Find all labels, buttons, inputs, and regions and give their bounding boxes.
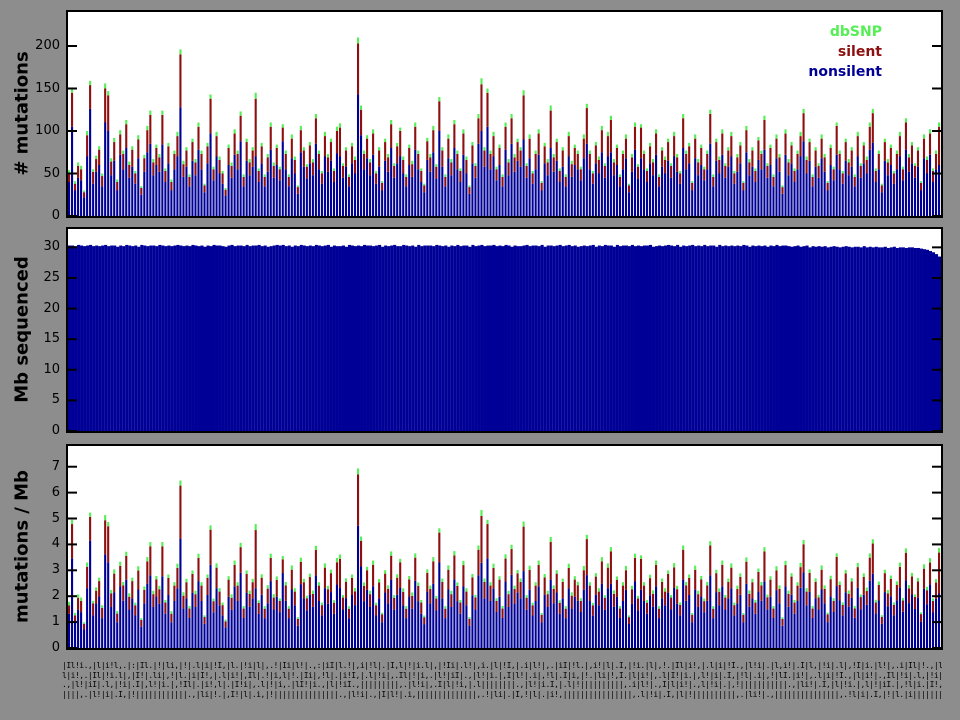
y-tick-label: 6 — [10, 485, 60, 501]
y-tick-label: 5 — [10, 511, 60, 527]
series-mb-bars — [68, 245, 941, 431]
y-tick-label: 3 — [10, 562, 60, 578]
sample-label-row: .,|l!|iI|.l,|!i|.I|,l!|i.|,!Il|.|i!,l|.|… — [62, 680, 942, 690]
legend-label-dbsnp: dbSNP — [830, 24, 882, 40]
legend-item-nonsilent: nonsilent — [808, 62, 882, 82]
y-tick-label: 0 — [10, 423, 60, 439]
y-tick-label: 50 — [10, 166, 60, 182]
y-tick-label: 4 — [10, 536, 60, 552]
sample-label-row: l|i!,.|Il|!i.l|,|I!|.li|,!|l.|i|I!,|.l|i… — [62, 671, 942, 681]
mb-sequenced-plot — [68, 229, 941, 431]
mutations-per-mb-plot — [68, 446, 941, 648]
y-tick-label: 5 — [10, 392, 60, 408]
y-tick-label: 200 — [10, 38, 60, 54]
y-tick-label: 7 — [10, 459, 60, 475]
legend-item-dbsnp: dbSNP — [808, 22, 882, 42]
sample-label-row: |Il!i.,|l|i!l,.|:|Il.|!|li,|!|.l|i|!I,|l… — [62, 661, 942, 671]
y-tick-label: 30 — [10, 239, 60, 255]
legend: dbSNP silent nonsilent — [808, 22, 882, 82]
y-tick-label: 10 — [10, 362, 60, 378]
panel-mb-sequenced — [66, 227, 943, 433]
y-tick-label: 100 — [10, 123, 60, 139]
y-tick-label: 0 — [10, 640, 60, 656]
y-tick-label: 150 — [10, 81, 60, 97]
y-tick-label: 15 — [10, 331, 60, 347]
y-tick-label: 2 — [10, 588, 60, 604]
panel-mutations-per-mb — [66, 444, 943, 650]
mutation-rate-figure: # mutations Mb sequenced mutations / Mb … — [0, 0, 960, 720]
y-tick-label: 25 — [10, 270, 60, 286]
sample-label-row: ||||,.|l!|i|.I,|!||||||||||||.,|li|!.|,I… — [62, 690, 942, 700]
legend-item-silent: silent — [808, 42, 882, 62]
sample-name-labels: |Il!i.,|l|i!l,.|:|Il.|!|li,|!|.l|i|!I,|l… — [62, 661, 942, 699]
y-tick-label: 1 — [10, 614, 60, 630]
legend-label-silent: silent — [838, 44, 882, 60]
legend-label-nonsilent: nonsilent — [808, 64, 882, 80]
y-tick-label: 20 — [10, 301, 60, 317]
y-tick-label: 0 — [10, 208, 60, 224]
